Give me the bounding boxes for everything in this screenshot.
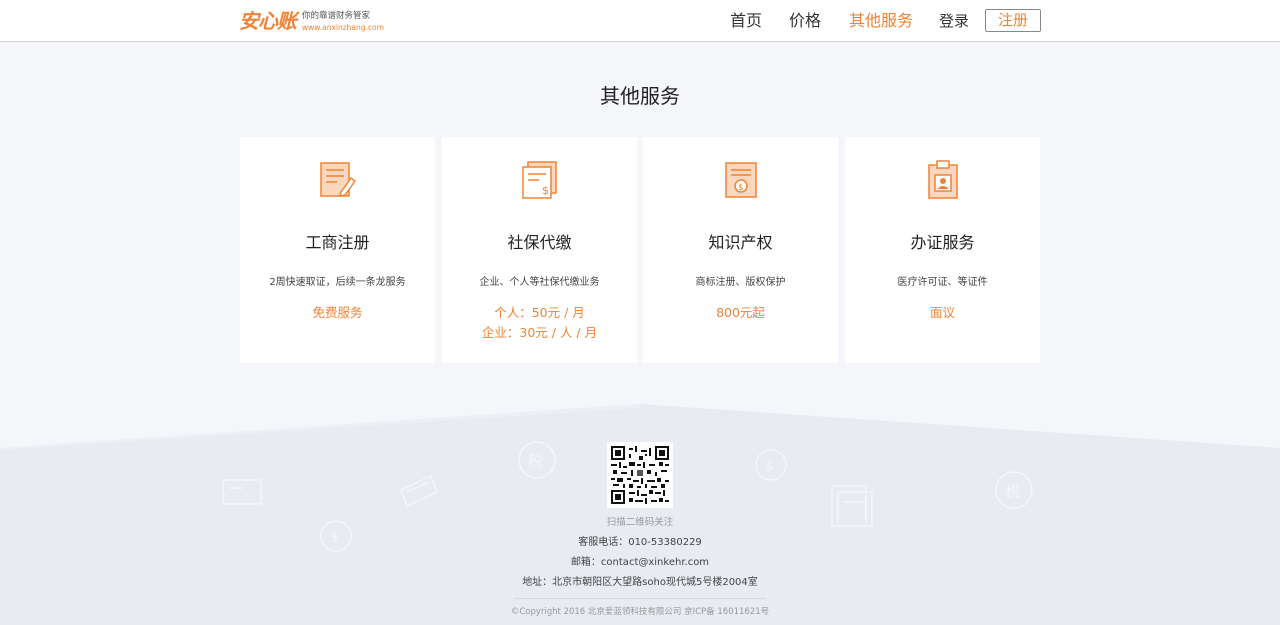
svg-text:$: $: [738, 183, 744, 193]
footer-background: [0, 404, 1280, 625]
nav-price[interactable]: 价格: [789, 0, 821, 42]
svg-text:税: 税: [528, 452, 543, 470]
banknote-icon: [400, 474, 438, 508]
nav-other-services[interactable]: 其他服务: [849, 0, 913, 42]
card-outline-icon: [222, 479, 262, 505]
card-price: 800元起: [716, 305, 765, 320]
coin-icon: $: [755, 449, 787, 481]
card-title: 社保代缴: [507, 233, 572, 252]
tax-circle-icon: 税: [995, 471, 1033, 509]
card-title: 办证服务: [910, 233, 975, 252]
top-header: 安心账 你的靠谱财务管家 www.anxinzhang.com 首页 价格 其他…: [0, 0, 1280, 42]
clipboard-person-icon: [928, 160, 958, 199]
brand-logo[interactable]: 安心账 你的靠谱财务管家 www.anxinzhang.com: [239, 9, 384, 33]
card-title: 工商注册: [305, 233, 370, 252]
document-edit-icon: [320, 162, 357, 197]
service-card-business-registration[interactable]: 工商注册 2周快速取证，后续一条龙服务 免费服务: [240, 137, 435, 363]
service-card-intellectual-property[interactable]: $ 知识产权 商标注册、版权保护 800元起: [643, 137, 838, 363]
tax-circle-icon: 税: [518, 441, 556, 479]
card-price: 个人：50元 / 月 企业：30元 / 人 / 月: [481, 305, 598, 340]
card-description: 企业、个人等社保代缴业务: [479, 277, 600, 288]
service-card-license-services[interactable]: 办证服务 医疗许可证、等证件 面议: [845, 137, 1040, 363]
register-button[interactable]: 注册: [985, 9, 1041, 32]
logo-url: www.anxinzhang.com: [302, 23, 384, 32]
card-description: 商标注册、版权保护: [695, 277, 786, 288]
login-link[interactable]: 登录: [939, 0, 969, 42]
card-description: 2周快速取证，后续一条龙服务: [269, 277, 406, 288]
qr-code-icon: [611, 446, 669, 504]
service-card-social-insurance[interactable]: $ 社保代缴 企业、个人等社保代缴业务 个人：50元 / 月 企业：30元 / …: [442, 137, 637, 363]
card-price: 免费服务: [312, 305, 363, 320]
card-price: 面议: [929, 305, 955, 320]
card-title: 知识产权: [708, 233, 773, 252]
document-money-icon: $: [522, 161, 557, 199]
logo-text: 安心账: [239, 9, 297, 33]
svg-text:$: $: [766, 459, 774, 473]
qr-caption: 扫描二维码关注: [606, 517, 674, 528]
page-title: 其他服务: [600, 84, 680, 108]
footer-phone: 客服电话：010-53380229: [578, 537, 702, 548]
svg-text:$: $: [542, 184, 549, 197]
footer-divider: [514, 598, 766, 599]
svg-text:税: 税: [1005, 482, 1020, 500]
nav-home[interactable]: 首页: [730, 0, 762, 42]
footer-email[interactable]: 邮箱：contact@xinkehr.com: [0, 553, 1280, 568]
footer-address: 地址：北京市朝阳区大望路soho现代城5号楼2004室: [522, 577, 758, 588]
footer-copyright: ©Copyright 2016 北京爱蓝领科技有限公司 京ICP备 160116…: [510, 607, 770, 617]
qr-code: [607, 442, 673, 508]
logo-slogan: 你的靠谱财务管家: [302, 11, 371, 21]
card-description: 医疗许可证、等证件: [897, 277, 988, 288]
certificate-coin-icon: $: [725, 162, 757, 198]
